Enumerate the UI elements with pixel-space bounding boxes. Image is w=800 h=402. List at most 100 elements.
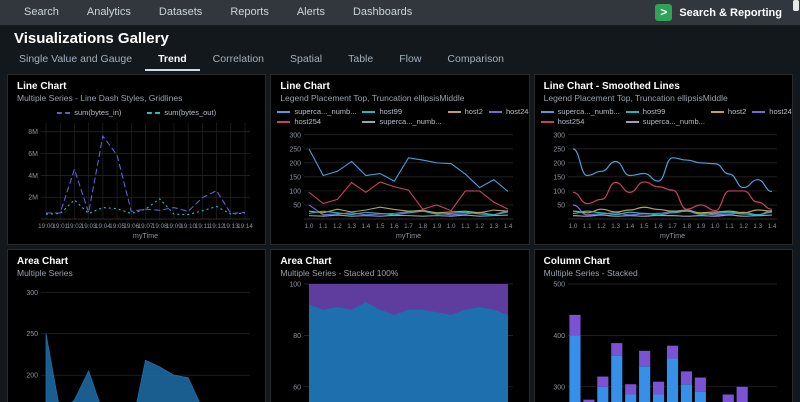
legend-swatch-icon xyxy=(541,121,554,123)
svg-text:1.0: 1.0 xyxy=(305,223,314,230)
area-chart-stacked100-plot[interactable]: 20406080100 xyxy=(280,279,519,402)
legend-swatch-icon xyxy=(752,111,765,113)
panel-subtitle: Multiple Series xyxy=(17,268,256,279)
panel-title: Column Chart xyxy=(544,256,783,268)
svg-text:1.4: 1.4 xyxy=(504,223,513,230)
panel-subtitle: Multiple Series - Stacked xyxy=(544,268,783,279)
legend-label: host248 xyxy=(769,107,793,116)
svg-text:1.5: 1.5 xyxy=(376,223,385,230)
tab-spatial[interactable]: Spatial xyxy=(277,51,335,71)
svg-text:1.8: 1.8 xyxy=(419,223,428,230)
legend-swatch-icon xyxy=(711,111,724,113)
svg-text:100: 100 xyxy=(290,282,302,289)
legend-item[interactable]: superca..._numb... xyxy=(541,107,620,116)
legend-swatch-icon xyxy=(147,112,160,114)
svg-text:1.9: 1.9 xyxy=(433,223,442,230)
svg-text:1.9: 1.9 xyxy=(696,223,705,230)
legend-label: host254 xyxy=(558,117,585,126)
legend-item[interactable]: host248 xyxy=(489,107,530,116)
panel-area-chart-stacked100: Area Chart Multiple Series - Stacked 100… xyxy=(270,249,529,402)
nav-item-reports[interactable]: Reports xyxy=(216,0,283,25)
nav-item-datasets[interactable]: Datasets xyxy=(145,0,216,25)
legend-item[interactable]: superca..._numb... xyxy=(277,107,356,116)
panel-subtitle: Legend Placement Top, Truncation ellipsi… xyxy=(544,93,783,104)
legend-item[interactable]: superca..._numb... xyxy=(362,117,441,126)
legend-item[interactable]: host2 xyxy=(711,107,746,116)
legend-swatch-icon xyxy=(541,111,554,113)
svg-text:100: 100 xyxy=(553,188,565,195)
tab-table[interactable]: Table xyxy=(335,51,386,71)
line-chart-smoothed-plot[interactable]: 501001502002503001.01.11.21.31.41.51.61.… xyxy=(544,127,783,240)
svg-text:1.3: 1.3 xyxy=(348,223,357,230)
svg-text:80: 80 xyxy=(294,333,302,340)
nav-item-dashboards[interactable]: Dashboards xyxy=(339,0,426,25)
page-title: Visualizations Gallery xyxy=(14,30,786,47)
svg-text:300: 300 xyxy=(26,290,38,297)
svg-text:150: 150 xyxy=(290,174,302,181)
legend-item[interactable]: sum(bytes_in) xyxy=(57,108,121,117)
chart-legend: superca..._numb...host99host2host248host… xyxy=(544,104,783,127)
app-logo-icon[interactable]: > xyxy=(655,4,672,21)
legend-item[interactable]: sum(bytes_out) xyxy=(147,108,216,117)
legend-label: host2 xyxy=(465,107,483,116)
svg-text:1.7: 1.7 xyxy=(668,223,677,230)
line-chart-plot[interactable]: 501001502002503001.01.11.21.31.41.51.61.… xyxy=(280,127,519,240)
panel-title: Line Chart - Smoothed Lines xyxy=(544,81,783,93)
legend-item[interactable]: host254 xyxy=(541,117,585,126)
area-chart-plot[interactable]: 50100150200250300 xyxy=(17,279,256,402)
legend-swatch-icon xyxy=(57,112,70,114)
svg-text:50: 50 xyxy=(294,202,302,209)
tab-comparison[interactable]: Comparison xyxy=(434,51,517,71)
legend-item[interactable]: host99 xyxy=(626,107,666,116)
svg-text:1.1: 1.1 xyxy=(582,223,591,230)
tab-flow[interactable]: Flow xyxy=(386,51,434,71)
svg-text:myTime: myTime xyxy=(660,231,685,240)
panel-title: Line Chart xyxy=(280,81,519,93)
svg-text:300: 300 xyxy=(553,132,565,139)
legend-label: host248 xyxy=(506,107,530,116)
tab-correlation[interactable]: Correlation xyxy=(200,51,277,71)
line-chart-dash-plot[interactable]: 2M4M6M8M19:0019:0119:0219:0319:0419:0519… xyxy=(17,118,256,240)
legend-item[interactable]: host99 xyxy=(362,107,402,116)
scrollbar-thumb[interactable] xyxy=(793,0,799,11)
nav-item-search[interactable]: Search xyxy=(10,0,73,25)
svg-text:250: 250 xyxy=(26,331,38,338)
svg-text:1.1: 1.1 xyxy=(319,223,328,230)
legend-swatch-icon xyxy=(362,111,375,113)
svg-text:50: 50 xyxy=(557,202,565,209)
legend-item[interactable]: host2 xyxy=(448,107,483,116)
svg-text:1.2: 1.2 xyxy=(597,223,606,230)
app-name[interactable]: Search & Reporting xyxy=(679,7,782,19)
legend-swatch-icon xyxy=(277,121,290,123)
svg-text:1.0: 1.0 xyxy=(568,223,577,230)
svg-text:200: 200 xyxy=(553,160,565,167)
legend-item[interactable]: host254 xyxy=(277,117,321,126)
svg-text:150: 150 xyxy=(553,174,565,181)
legend-label: host254 xyxy=(294,117,321,126)
svg-text:1.4: 1.4 xyxy=(362,223,371,230)
svg-text:1.3: 1.3 xyxy=(611,223,620,230)
legend-label: sum(bytes_in) xyxy=(74,108,121,117)
nav-item-alerts[interactable]: Alerts xyxy=(283,0,339,25)
svg-text:60: 60 xyxy=(294,384,302,391)
panel-title: Area Chart xyxy=(280,256,519,268)
panel-subtitle: Legend Placement Top, Truncation ellipsi… xyxy=(280,93,519,104)
svg-text:300: 300 xyxy=(553,384,565,391)
legend-swatch-icon xyxy=(362,121,375,123)
svg-text:200: 200 xyxy=(290,160,302,167)
legend-item[interactable]: superca..._numb... xyxy=(626,117,705,126)
legend-item[interactable]: host248 xyxy=(752,107,793,116)
legend-swatch-icon xyxy=(626,121,639,123)
svg-text:1.7: 1.7 xyxy=(404,223,413,230)
nav-item-analytics[interactable]: Analytics xyxy=(73,0,145,25)
tab-single-value-and-gauge[interactable]: Single Value and Gauge xyxy=(6,51,145,71)
column-chart-stacked-plot[interactable]: 100200300400500 xyxy=(544,279,783,402)
tab-trend[interactable]: Trend xyxy=(145,51,200,71)
svg-text:1.5: 1.5 xyxy=(639,223,648,230)
tab-bar: Single Value and Gauge Trend Correlation… xyxy=(0,47,800,71)
svg-text:1.6: 1.6 xyxy=(654,223,663,230)
legend-swatch-icon xyxy=(489,111,502,113)
svg-text:250: 250 xyxy=(290,146,302,153)
legend-swatch-icon xyxy=(448,111,461,113)
top-nav: Search Analytics Datasets Reports Alerts… xyxy=(0,0,800,25)
